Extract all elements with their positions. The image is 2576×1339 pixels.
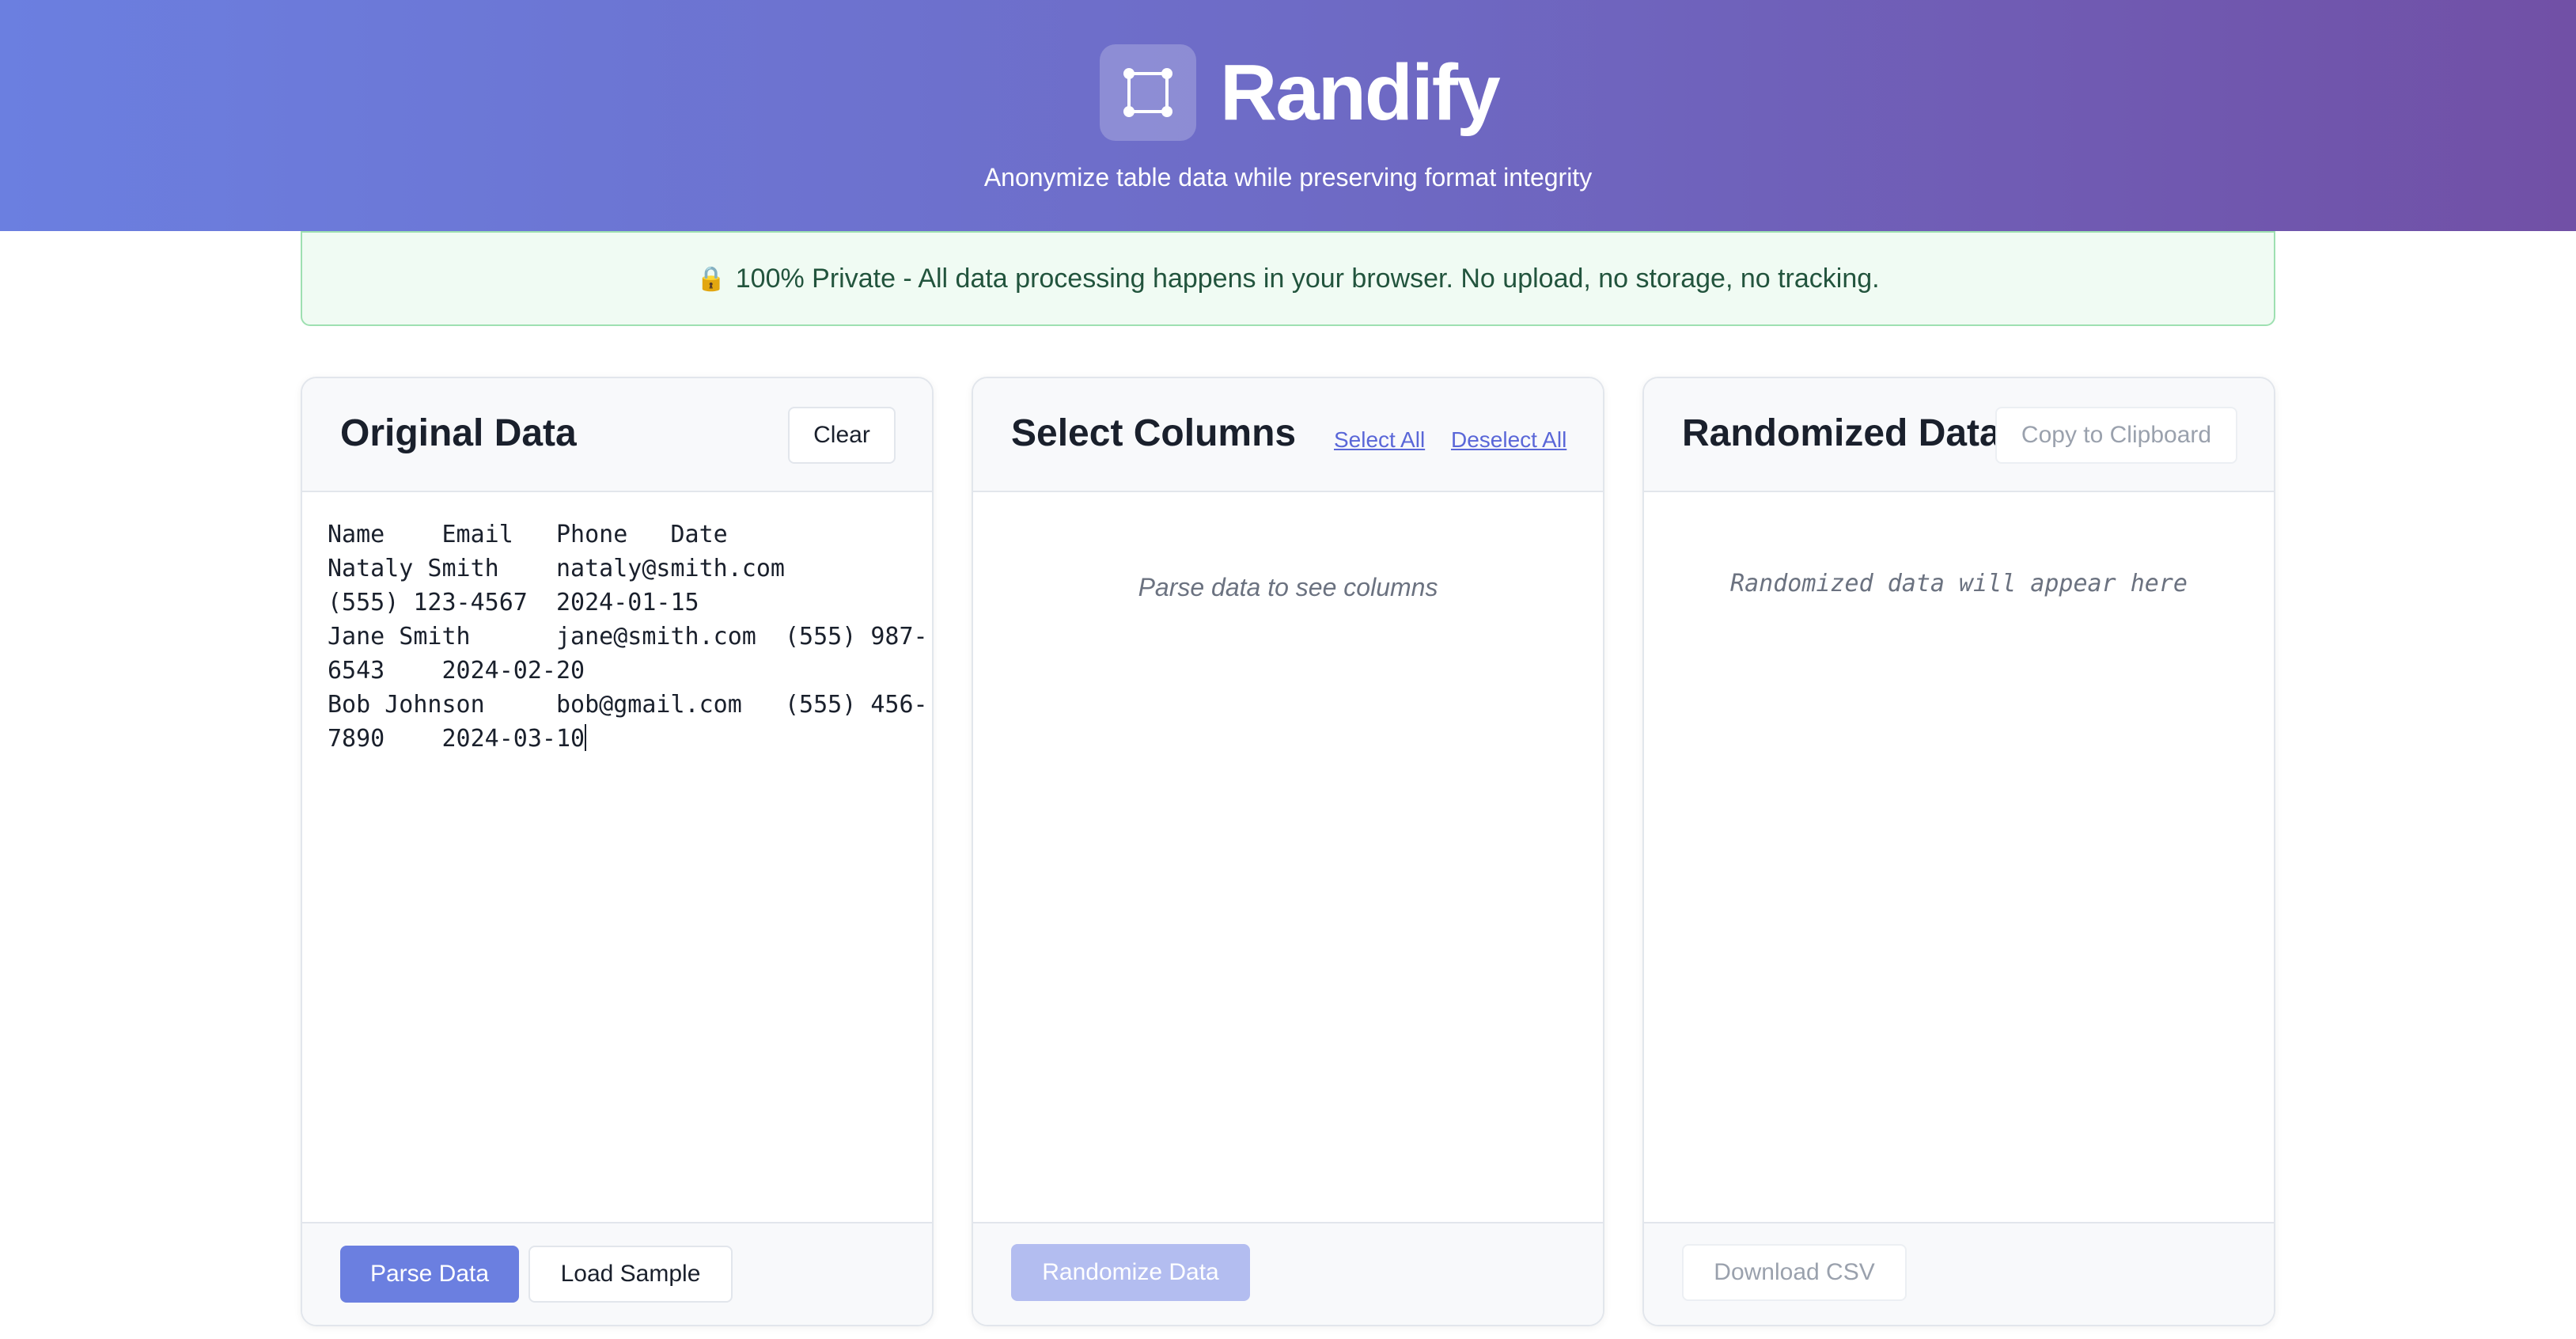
app-header: Randify Anonymize table data while prese… <box>0 0 2576 231</box>
select-columns-panel: Select Columns Select All Deselect All P… <box>972 377 1604 1326</box>
select-all-link[interactable]: Select All <box>1334 427 1425 453</box>
columns-empty-state: Parse data to see columns <box>1138 573 1438 601</box>
deselect-all-link[interactable]: Deselect All <box>1451 427 1566 453</box>
input-line: 7890 2024-03-10 <box>328 724 587 753</box>
randomized-empty-state: Randomized data will appear here <box>1730 570 2188 597</box>
copy-to-clipboard-button[interactable]: Copy to Clipboard <box>1995 407 2237 464</box>
randomized-data-panel: Randomized Data Copy to Clipboard Random… <box>1642 377 2275 1326</box>
privacy-text: 100% Private - All data processing happe… <box>735 263 1880 294</box>
input-line: Nataly Smith nataly@smith.com <box>328 555 785 582</box>
randomize-data-button[interactable]: Randomize Data <box>1011 1244 1250 1301</box>
lock-icon: 🔒 <box>696 265 726 292</box>
download-csv-button[interactable]: Download CSV <box>1682 1244 1907 1301</box>
original-data-panel: Original Data Clear Name Email Phone Dat… <box>301 377 934 1326</box>
input-line: Jane Smith jane@smith.com (555) 987- <box>328 623 928 651</box>
app-tagline: Anonymize table data while preserving fo… <box>983 163 1593 192</box>
select-columns-header: Select Columns Select All Deselect All <box>973 378 1603 492</box>
crop-frame-icon <box>1100 44 1196 141</box>
text-caret <box>585 724 587 751</box>
original-data-title: Original Data <box>340 412 577 454</box>
input-line: Bob Johnson bob@gmail.com (555) 456- <box>328 691 928 719</box>
select-columns-title: Select Columns <box>1011 412 1297 454</box>
input-line: (555) 123-4567 2024-01-15 <box>328 589 699 616</box>
app-title: Randify <box>1220 48 1501 137</box>
randomized-data-header: Randomized Data Copy to Clipboard <box>1644 378 2274 492</box>
input-line: 6543 2024-02-20 <box>328 657 585 685</box>
brand: Randify <box>1100 44 1501 141</box>
original-data-header: Original Data Clear <box>302 378 932 492</box>
original-data-input[interactable]: Name Email Phone Date Nataly Smith nataly… <box>328 518 928 756</box>
privacy-notice: 🔒 100% Private - All data processing hap… <box>301 231 2275 326</box>
randomized-data-footer: Download CSV <box>1644 1222 2274 1325</box>
input-line: Name Email Phone Date <box>328 521 728 548</box>
clear-button[interactable]: Clear <box>788 407 896 464</box>
parse-data-button[interactable]: Parse Data <box>340 1246 519 1303</box>
original-data-footer: Parse Data Load Sample <box>302 1222 932 1325</box>
select-columns-footer: Randomize Data <box>973 1222 1603 1325</box>
randomized-data-title: Randomized Data <box>1682 412 2001 454</box>
load-sample-button[interactable]: Load Sample <box>528 1246 733 1303</box>
